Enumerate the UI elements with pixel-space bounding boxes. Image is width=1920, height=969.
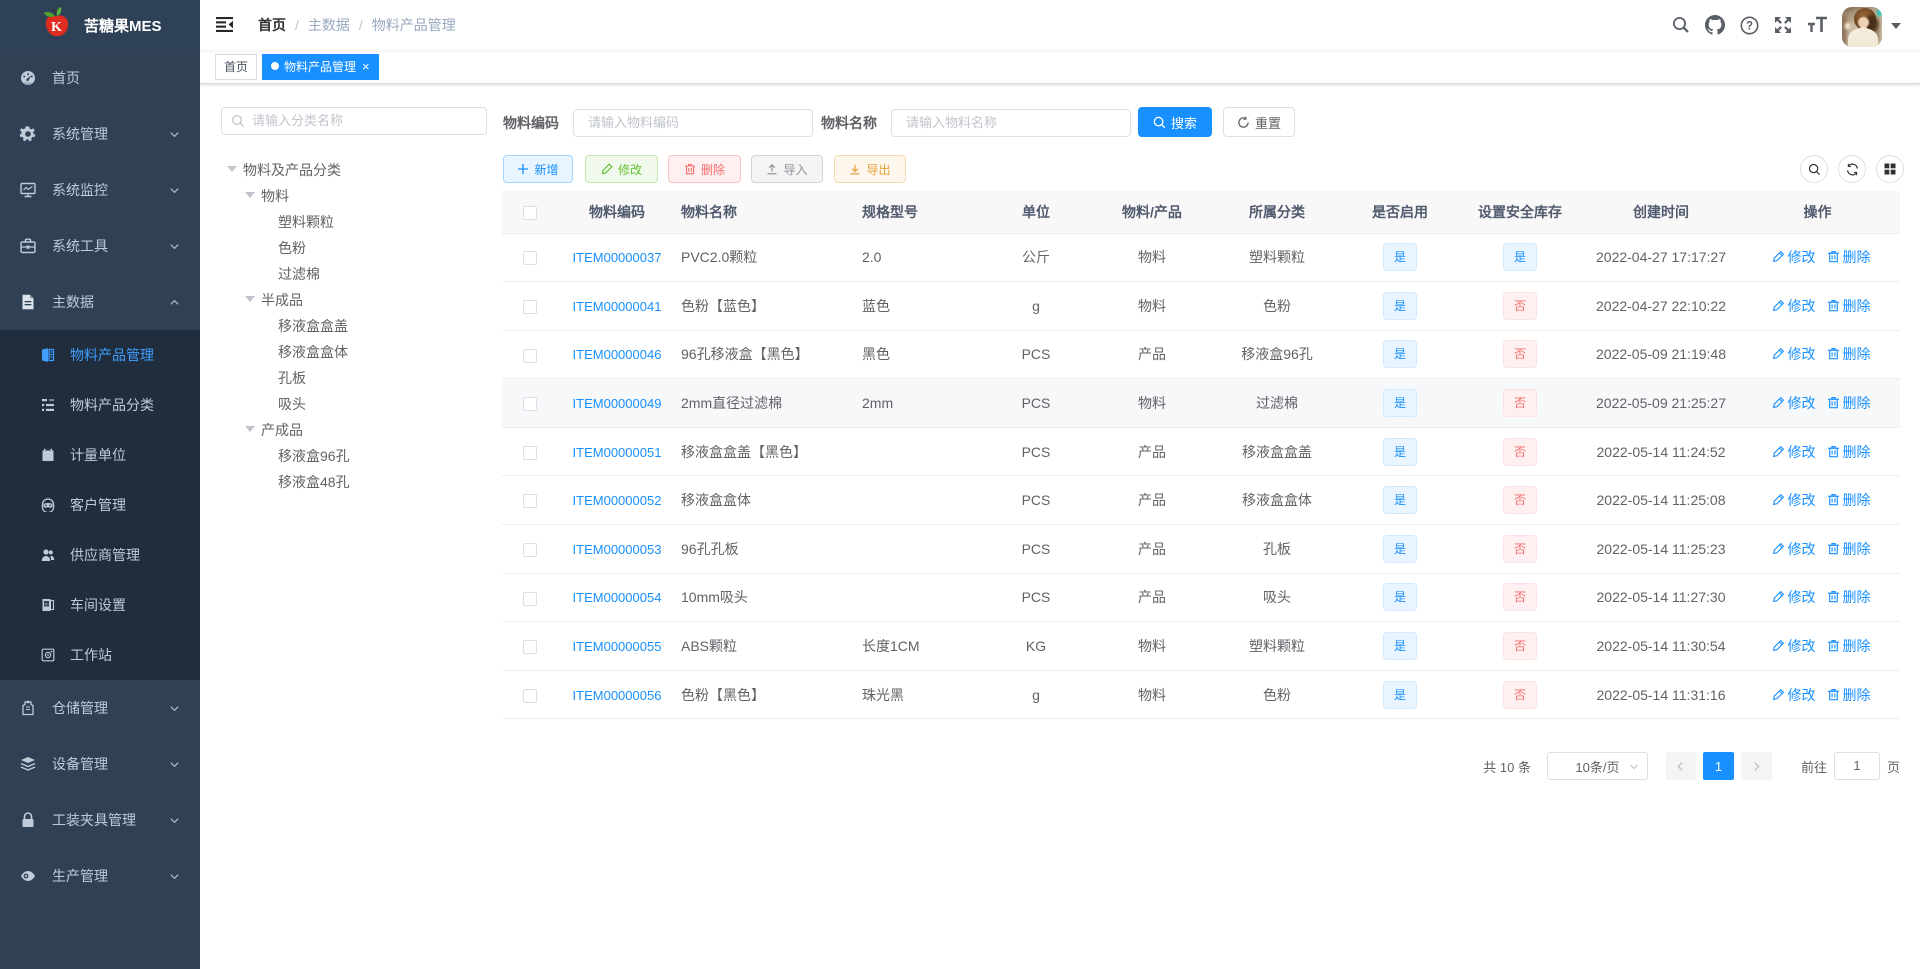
svg-text:K: K xyxy=(51,20,62,35)
svg-text:?: ? xyxy=(1745,20,1752,32)
